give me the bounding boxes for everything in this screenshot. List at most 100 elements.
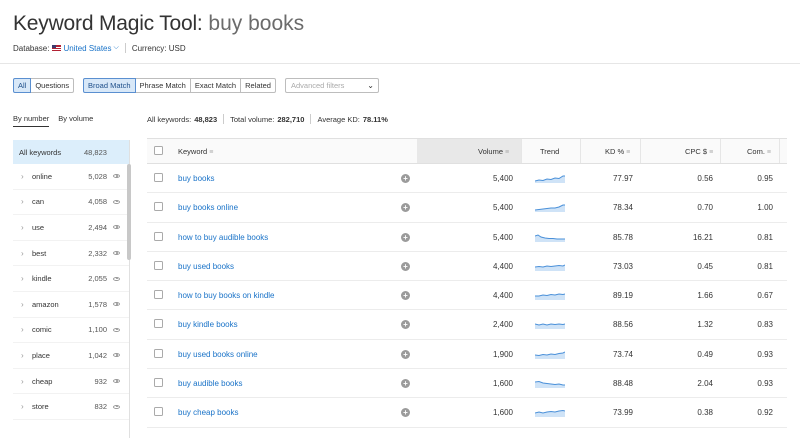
keyword-link[interactable]: buy kindle books (178, 320, 238, 329)
tab-exact-match[interactable]: Exact Match (189, 78, 242, 93)
chevron-right-icon[interactable]: › (21, 377, 24, 386)
column-keyword[interactable]: Keyword ≡ (178, 147, 213, 156)
total-volume-value: 282,710 (277, 114, 305, 124)
column-divider (521, 139, 522, 163)
row-checkbox[interactable] (154, 231, 163, 241)
column-com[interactable]: Com. ≡ (747, 147, 771, 156)
tab-phrase-match[interactable]: Phrase Match (134, 78, 191, 93)
question-filter: All Questions (13, 78, 75, 93)
sidebar-item[interactable]: › cheap 932 (13, 369, 129, 395)
sidebar-item[interactable]: › kindle 2,055 (13, 266, 129, 292)
sort-icon: ≡ (626, 149, 631, 156)
sidebar-item-count: 4,058 (88, 197, 107, 207)
column-volume[interactable]: Volume ≡ (478, 147, 509, 156)
add-to-list-icon[interactable]: + (401, 291, 410, 301)
add-to-list-icon[interactable]: + (401, 174, 410, 183)
sidebar-item[interactable]: › store 832 (13, 394, 129, 420)
eye-icon[interactable] (113, 379, 120, 384)
sidebar-item-all-keywords[interactable]: All keywords 48,823 (13, 140, 129, 164)
add-to-list-icon[interactable]: + (401, 349, 410, 359)
add-to-list-icon[interactable]: + (401, 408, 410, 418)
tab-questions[interactable]: Questions (30, 78, 75, 93)
keyword-link[interactable]: buy cheap books (178, 408, 239, 417)
chevron-right-icon[interactable]: › (21, 249, 24, 258)
volume-cell: 4,400 (492, 261, 513, 271)
row-checkbox[interactable] (154, 319, 163, 329)
row-checkbox[interactable] (154, 348, 163, 358)
sidebar-item-label: comic (32, 325, 52, 335)
chevron-right-icon[interactable]: › (21, 172, 24, 181)
sort-icon: ≡ (766, 149, 772, 156)
chevron-right-icon[interactable]: › (21, 402, 24, 411)
advanced-filters-dropdown[interactable]: Advanced filters ⌄ (285, 78, 379, 93)
com-cell: 0.81 (757, 232, 773, 242)
chevron-right-icon[interactable]: › (21, 223, 24, 232)
keyword-link[interactable]: buy audible books (178, 379, 243, 388)
keyword-link[interactable]: buy used books (178, 262, 234, 271)
chevron-down-icon[interactable]: ⌵ (114, 44, 119, 52)
add-to-list-icon[interactable]: + (401, 203, 410, 213)
volume-cell: 1,600 (492, 379, 513, 389)
tab-broad-match[interactable]: Broad Match (83, 78, 136, 93)
eye-icon[interactable] (113, 327, 120, 332)
add-to-list-icon[interactable]: + (401, 261, 410, 271)
eye-icon[interactable] (113, 404, 120, 409)
tab-by-number[interactable]: By number (13, 114, 50, 127)
eye-icon[interactable] (113, 225, 120, 230)
chevron-right-icon[interactable]: › (21, 197, 24, 206)
eye-icon[interactable] (113, 302, 120, 307)
chevron-right-icon[interactable]: › (21, 300, 24, 309)
cpc-cell: 0.70 (697, 203, 713, 213)
eye-icon[interactable] (113, 199, 120, 204)
row-checkbox[interactable] (154, 260, 163, 270)
column-cpc[interactable]: CPC $ ≡ (685, 147, 713, 156)
sort-icon: ≡ (209, 149, 214, 156)
row-checkbox[interactable] (154, 173, 163, 182)
keyword-link[interactable]: how to buy audible books (178, 233, 268, 242)
keyword-link[interactable]: how to buy books on kindle (178, 291, 275, 300)
page-title-tool: Keyword Magic Tool: (13, 12, 203, 35)
chevron-right-icon[interactable]: › (21, 274, 24, 283)
divider (124, 43, 126, 53)
chevron-right-icon[interactable]: › (21, 325, 24, 334)
row-checkbox[interactable] (154, 407, 163, 417)
eye-icon[interactable] (113, 174, 120, 179)
match-type-filter: Broad Match Phrase Match Exact Match Rel… (83, 78, 276, 93)
com-cell: 0.83 (757, 320, 773, 330)
sidebar-scrollbar[interactable] (127, 164, 131, 260)
chevron-right-icon[interactable]: › (21, 351, 24, 360)
eye-icon[interactable] (113, 251, 120, 256)
eye-icon[interactable] (113, 276, 120, 281)
table-row: buy kindle books +2,400 88.56 1.32 0.83 (147, 310, 787, 340)
column-divider (580, 139, 581, 163)
tab-related[interactable]: Related (240, 78, 276, 93)
row-checkbox[interactable] (154, 202, 163, 212)
sidebar-item[interactable]: › use 2,494 (13, 215, 129, 241)
select-all-checkbox[interactable] (154, 146, 163, 155)
sidebar-item-count: 1,100 (88, 325, 107, 335)
sidebar-item[interactable]: › amazon 1,578 (13, 292, 129, 318)
sidebar-item[interactable]: › online 5,028 (13, 164, 129, 190)
column-kd[interactable]: KD % ≡ (605, 147, 630, 156)
add-to-list-icon[interactable]: + (401, 379, 410, 389)
sidebar-item[interactable]: › best 2,332 (13, 241, 129, 267)
keyword-link[interactable]: buy used books online (178, 350, 258, 359)
chevron-down-icon: ⌄ (367, 81, 374, 90)
tab-by-volume[interactable]: By volume (58, 114, 93, 127)
add-to-list-icon[interactable]: + (401, 320, 410, 330)
row-checkbox[interactable] (154, 378, 163, 388)
sidebar-item-label: kindle (32, 274, 52, 284)
com-cell: 0.67 (757, 291, 773, 301)
sidebar-item[interactable]: › place 1,042 (13, 343, 129, 369)
sidebar-item[interactable]: › comic 1,100 (13, 318, 129, 344)
cpc-cell: 0.49 (697, 349, 713, 359)
volume-cell: 2,400 (492, 320, 513, 330)
row-checkbox[interactable] (154, 290, 163, 300)
keyword-link[interactable]: buy books (178, 174, 214, 183)
eye-icon[interactable] (113, 353, 120, 358)
sidebar-item[interactable]: › can 4,058 (13, 190, 129, 216)
database-selector[interactable]: United States (63, 44, 111, 53)
add-to-list-icon[interactable]: + (401, 232, 410, 242)
keyword-link[interactable]: buy books online (178, 203, 238, 212)
tab-all[interactable]: All (13, 78, 32, 93)
